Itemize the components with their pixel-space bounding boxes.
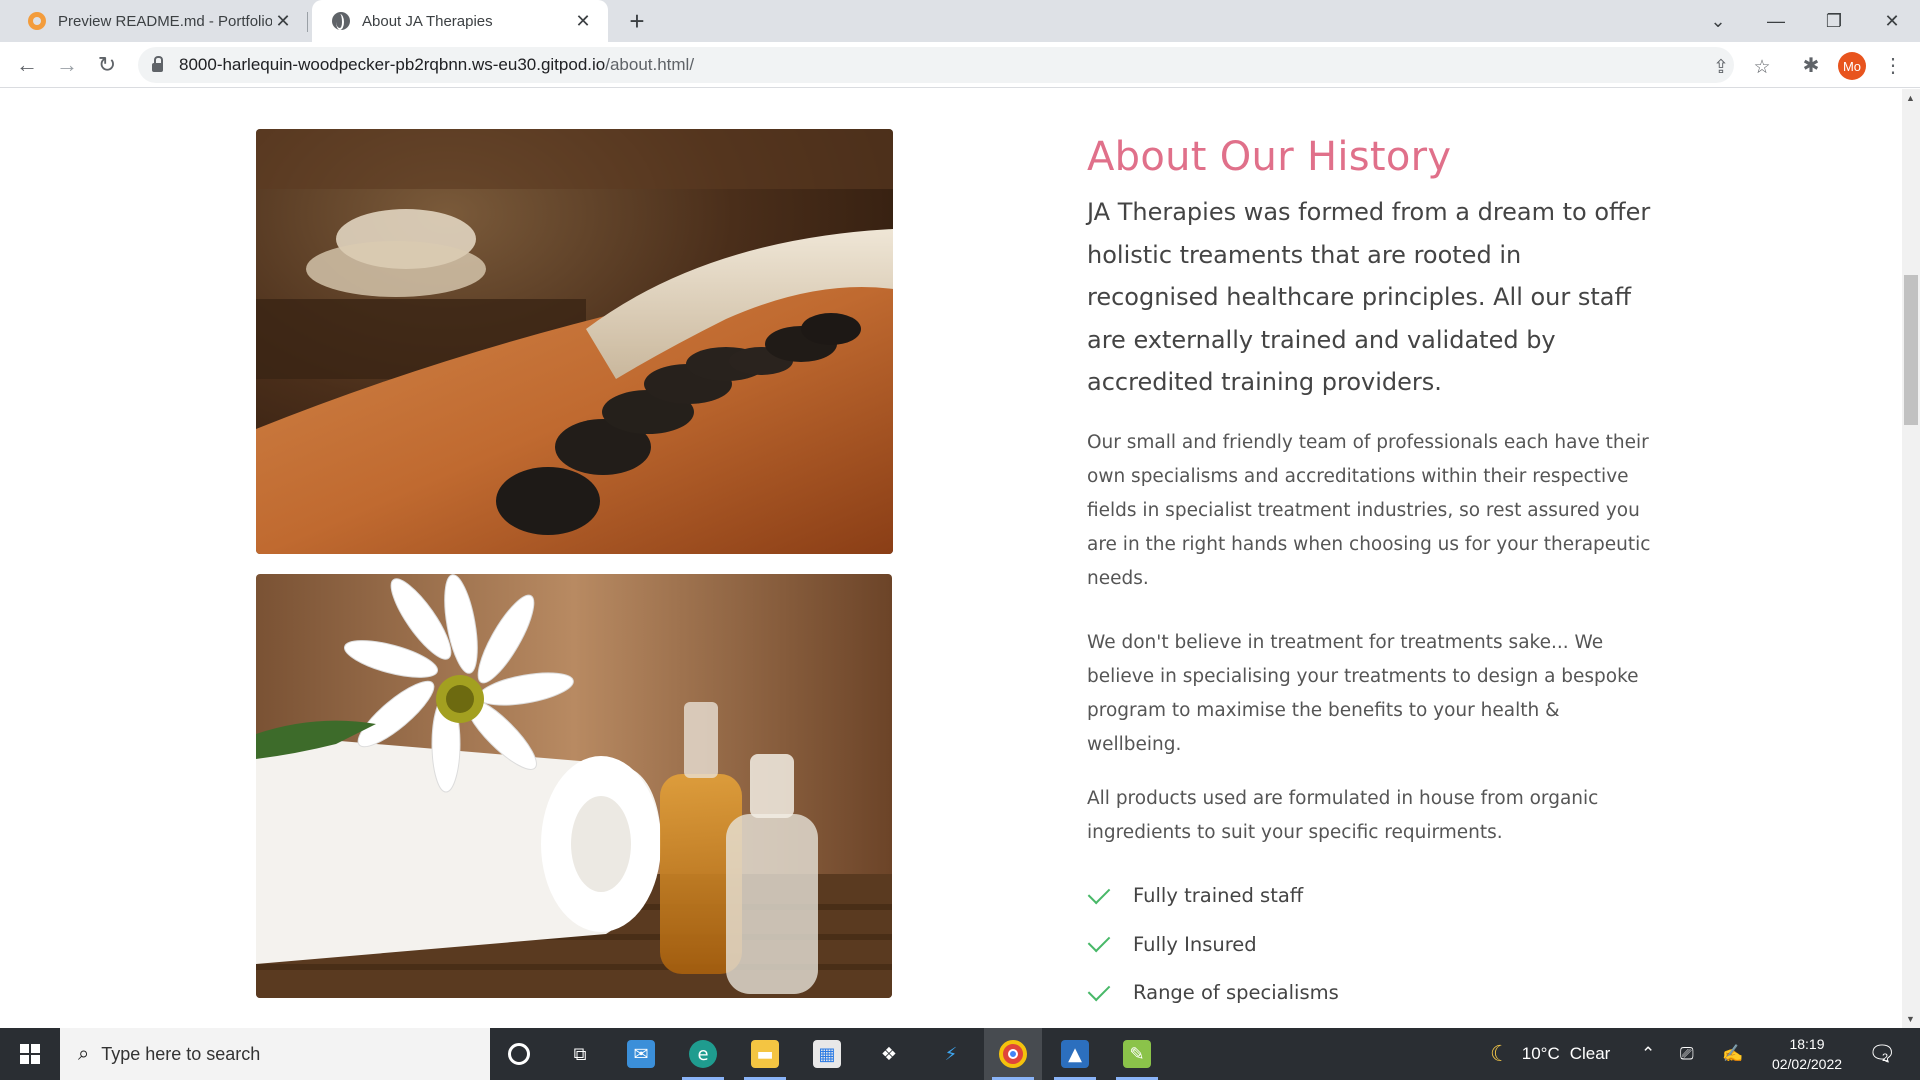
about-history-section: About Our History JA Therapies was forme… <box>1087 127 1657 1017</box>
cortana-icon[interactable] <box>490 1028 548 1080</box>
pen-icon[interactable]: ✍ <box>1722 1028 1743 1080</box>
browser-menu-icon[interactable]: ⋮ <box>1878 50 1908 80</box>
checkmark-icon <box>1087 978 1111 1002</box>
tab-readme-preview[interactable]: Preview README.md - Portfolio-P ✕ <box>8 0 308 42</box>
search-placeholder: Type here to search <box>101 1043 261 1064</box>
minimize-button[interactable]: — <box>1748 0 1804 42</box>
feature-label: Fully trained staff <box>1133 884 1304 908</box>
lead-paragraph: JA Therapies was formed from a dream to … <box>1087 198 1651 396</box>
scrollbar-thumb[interactable] <box>1904 275 1918 425</box>
forward-icon[interactable]: → <box>52 50 82 80</box>
feature-list: Fully trained staff Fully Insured Range … <box>1087 872 1657 1018</box>
moon-icon: ☾ <box>1490 1041 1510 1066</box>
close-window-button[interactable]: ✕ <box>1864 0 1920 42</box>
tab-strip: Preview README.md - Portfolio-P ✕ About … <box>0 0 1920 42</box>
gitpod-favicon-icon <box>28 12 46 30</box>
show-hidden-icons-icon[interactable]: ⌃ <box>1641 1028 1655 1080</box>
vertical-scrollbar[interactable]: ▲ ▼ <box>1902 89 1920 1028</box>
notifications-icon[interactable]: 🗨 2 <box>1868 1028 1896 1080</box>
edge-icon[interactable]: e <box>674 1028 732 1080</box>
browser-toolbar: ← → ↻ 8000-harlequin-woodpecker-pb2rqbnn… <box>0 42 1920 88</box>
taskbar-clock[interactable]: 18:19 02/02/2022 <box>1752 1034 1862 1074</box>
windows-taskbar: ⌕ Type here to search ⧉ ✉ e ▬ ▦ ❖ ⚡ ▲ ✎ … <box>0 1028 1920 1080</box>
weather-widget[interactable]: ☾ 10°C Clear <box>1490 1028 1610 1080</box>
lock-icon[interactable] <box>152 56 163 72</box>
tab-divider <box>307 12 308 32</box>
body-paragraph: Our small and friendly team of professio… <box>1087 431 1651 589</box>
feature-label: Range of specialisms <box>1133 981 1339 1005</box>
reload-icon[interactable]: ↻ <box>92 50 122 80</box>
list-item: Fully Insured <box>1087 920 1657 969</box>
photos-icon[interactable]: ▲ <box>1046 1028 1104 1080</box>
spa-flower-oils-image <box>256 574 892 998</box>
restore-button[interactable]: ❐ <box>1806 0 1862 42</box>
globe-favicon-icon <box>332 12 350 30</box>
list-item: Range of specialisms <box>1087 969 1657 1018</box>
body-paragraph: We don't believe in treatment for treatm… <box>1087 631 1639 755</box>
page-viewport: About Our History JA Therapies was forme… <box>0 89 1902 1028</box>
address-bar[interactable]: 8000-harlequin-woodpecker-pb2rqbnn.ws-eu… <box>138 47 1771 83</box>
bookmark-star-icon[interactable]: ☆ <box>1749 54 1775 80</box>
share-icon[interactable]: ⇪ <box>1708 54 1734 80</box>
hot-stone-massage-image <box>256 129 893 554</box>
chrome-icon[interactable] <box>984 1028 1042 1080</box>
list-item: Fully trained staff <box>1087 872 1657 921</box>
body-paragraph: All products used are formulated in hous… <box>1087 787 1599 843</box>
task-view-icon[interactable]: ⧉ <box>551 1028 609 1080</box>
tab-about-ja-therapies[interactable]: About JA Therapies ✕ <box>312 0 608 42</box>
file-explorer-icon[interactable]: ▬ <box>736 1028 794 1080</box>
tab-title: About JA Therapies <box>362 12 493 30</box>
new-tab-button[interactable]: + <box>622 6 652 36</box>
feature-label: Fully Insured <box>1133 932 1257 956</box>
vscode-icon[interactable]: ⚡ <box>922 1028 980 1080</box>
clock-time: 18:19 <box>1789 1036 1825 1052</box>
close-tab-icon[interactable]: ✕ <box>272 10 294 32</box>
store-icon[interactable]: ▦ <box>798 1028 856 1080</box>
url-host: 8000-harlequin-woodpecker-pb2rqbnn.ws-eu… <box>179 55 606 74</box>
mail-icon[interactable]: ✉ <box>612 1028 670 1080</box>
tab-title: Preview README.md - Portfolio-P <box>58 12 272 30</box>
taskbar-search-box[interactable]: ⌕ Type here to search <box>60 1028 490 1080</box>
clock-date: 02/02/2022 <box>1771 1056 1843 1072</box>
page-heading: About Our History <box>1087 134 1452 180</box>
weather-desc: Clear <box>1569 1044 1611 1063</box>
tab-search-icon[interactable]: ⌄ <box>1690 0 1746 42</box>
url-path: /about.html/ <box>605 55 695 74</box>
windows-logo-icon <box>20 1044 40 1064</box>
scroll-down-arrow-icon[interactable]: ▼ <box>1906 1014 1915 1024</box>
checkmark-icon <box>1087 929 1111 953</box>
start-button[interactable] <box>0 1028 60 1080</box>
search-icon: ⌕ <box>78 1042 90 1065</box>
weather-temp: 10°C <box>1521 1044 1560 1063</box>
profile-avatar[interactable]: Mo <box>1838 52 1866 80</box>
extensions-puzzle-icon[interactable]: ✱ <box>1796 50 1826 80</box>
scroll-up-arrow-icon[interactable]: ▲ <box>1906 93 1915 103</box>
checkmark-icon <box>1087 881 1111 905</box>
close-tab-icon[interactable]: ✕ <box>572 10 594 32</box>
app-icon[interactable]: ✎ <box>1108 1028 1166 1080</box>
dropbox-icon[interactable]: ❖ <box>860 1028 918 1080</box>
device-icon[interactable]: ⎚ <box>1680 1028 1694 1080</box>
back-icon[interactable]: ← <box>12 50 42 80</box>
notification-count: 2 <box>1881 1052 1889 1064</box>
